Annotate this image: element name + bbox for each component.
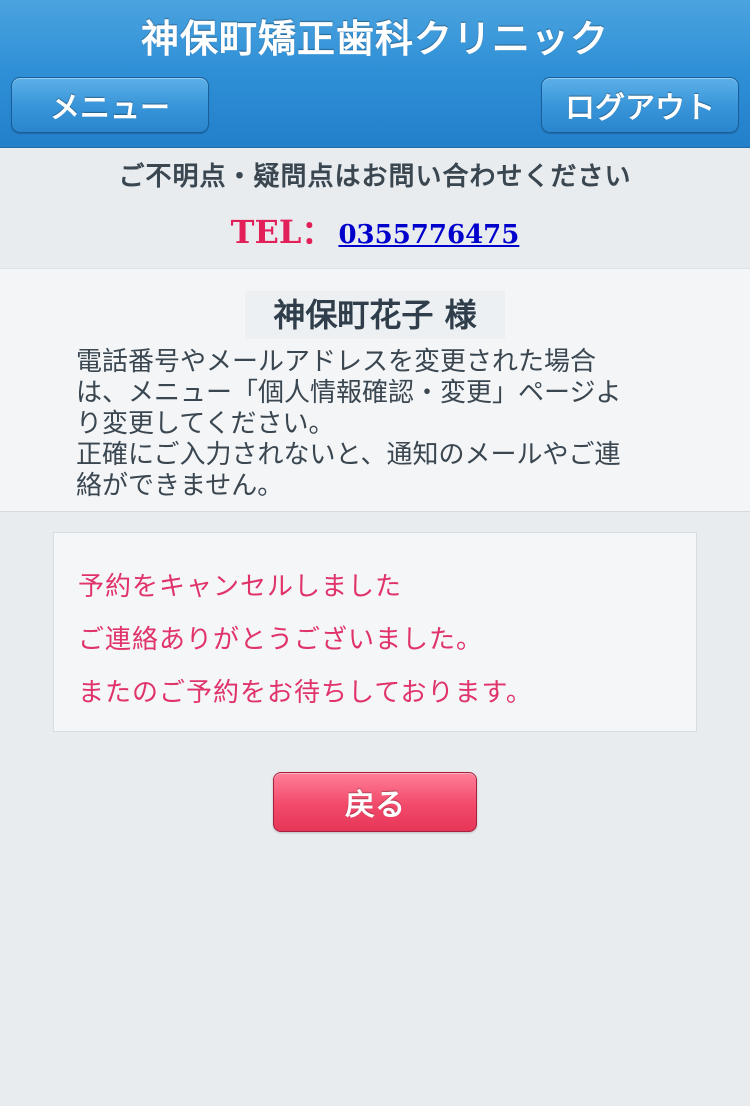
result-line: またのご予約をお待ちしております。 <box>78 678 533 708</box>
cancel-result-box: 予約をキャンセルしました ご連絡ありがとうございました。 またのご予約をお待ちし… <box>53 532 697 732</box>
menu-button[interactable]: メニュー <box>11 77 209 133</box>
back-button[interactable]: 戻る <box>273 772 477 832</box>
profile-update-notice: 電話番号やメールアドレスを変更された場合 は、メニュー「個人情報確認・変更」ペー… <box>76 347 676 502</box>
logout-button[interactable]: ログアウト <box>541 77 739 133</box>
tel-link[interactable]: 0355776475 <box>338 220 519 250</box>
result-line: 予約をキャンセルしました <box>78 572 403 602</box>
user-name: 神保町花子 様 <box>245 291 505 339</box>
notice-line: 絡ができません。 <box>76 471 284 501</box>
result-line: ご連絡ありがとうございました。 <box>78 625 484 655</box>
tel-line: TEL： 0355776475 <box>0 214 750 256</box>
tel-label: TEL： <box>230 213 334 251</box>
contact-note: ご不明点・疑問点はお問い合わせください <box>118 162 632 192</box>
notice-line: 正確にご入力されないと、通知のメールやご連 <box>76 440 621 470</box>
user-panel: 神保町花子 様 電話番号やメールアドレスを変更された場合 は、メニュー「個人情報… <box>0 268 750 512</box>
app-title: 神保町矯正歯科クリニック <box>140 16 609 61</box>
notice-line: は、メニュー「個人情報確認・変更」ページよ <box>76 378 622 408</box>
contact-section: ご不明点・疑問点はお問い合わせください TEL： 0355776475 <box>0 148 750 268</box>
app-header: 神保町矯正歯科クリニック メニュー ログアウト <box>0 0 750 148</box>
notice-line: 電話番号やメールアドレスを変更された場合 <box>76 347 597 377</box>
notice-line: り変更してください。 <box>76 409 335 439</box>
